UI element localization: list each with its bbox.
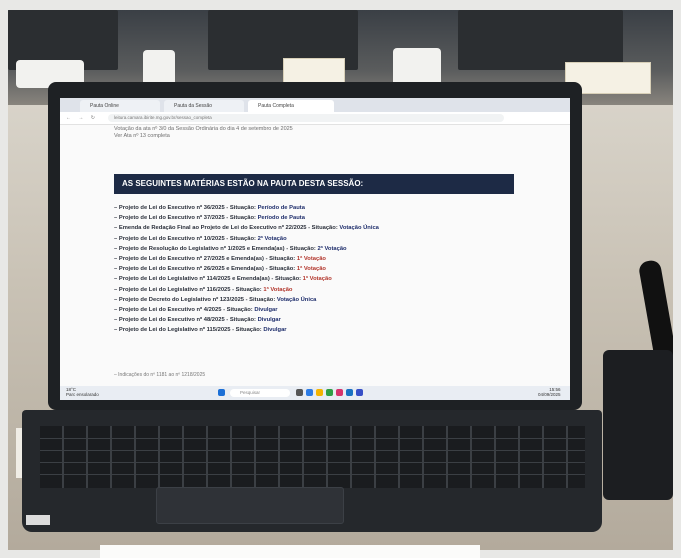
task-view-icon[interactable]	[296, 389, 303, 396]
app-icon[interactable]	[336, 389, 343, 396]
agenda-item-text: – Projeto de Decreto do Legislativo nº 1…	[114, 296, 276, 303]
footnote: – Indicações do nº 1181 ao nº 1218/2025	[114, 372, 206, 378]
key-row-gap	[40, 450, 585, 451]
key-row-gap	[40, 462, 585, 463]
agenda-item: – Projeto de Lei do Executivo nº 4/2025 …	[114, 305, 534, 315]
agenda-item: – Projeto de Lei do Executivo nº 10/2025…	[114, 234, 534, 244]
keyboard-keys	[40, 426, 585, 488]
agenda-item-text: – Projeto de Lei do Legislativo nº 114/2…	[114, 276, 302, 283]
agenda-item-text: – Projeto de Lei do Executivo nº 37/2025…	[114, 215, 256, 222]
agenda-item: – Projeto de Lei do Executivo nº 26/2025…	[114, 264, 534, 274]
agenda-item-status: Divulgar	[257, 317, 281, 324]
agenda-item-status: Divulgar	[263, 327, 287, 334]
taskbar	[60, 386, 570, 400]
agenda-item: – Emenda de Redação Final ao Projeto de …	[114, 223, 534, 233]
weather-desc: Parc ensolarado	[66, 392, 99, 397]
chrome-icon[interactable]	[326, 389, 333, 396]
agenda-item-text: – Projeto de Lei do Legislativo nº 116/2…	[114, 286, 262, 293]
store-icon[interactable]	[346, 389, 353, 396]
agenda-item-status: 2ª Votação	[257, 235, 287, 242]
agenda-item-text: – Projeto de Lei do Executivo nº 36/2025…	[114, 205, 256, 211]
agenda-item: – Projeto de Lei do Legislativo nº 116/2…	[114, 285, 534, 295]
agenda-item-status: 1ª Votação	[296, 256, 326, 263]
agenda-item-status: 1ª Votação	[296, 266, 326, 273]
agenda-item-status: Votação Única	[276, 296, 317, 303]
microphone-base	[603, 350, 673, 500]
agenda-item: – Projeto de Lei do Executivo nº 27/2025…	[114, 254, 534, 264]
intro-line: Votação da ata nº 3/0 da Sessão Ordinári…	[114, 126, 293, 132]
edge-icon[interactable]	[306, 389, 313, 396]
agenda-item-text: – Emenda de Redação Final ao Projeto de …	[114, 225, 338, 232]
agenda-item-status: 1ª Votação	[302, 276, 332, 283]
weather-widget[interactable]: 18°C Parc ensolarado	[66, 387, 99, 397]
agenda-item: – Projeto de Lei do Legislativo nº 114/2…	[114, 274, 534, 284]
folder-icon[interactable]	[316, 389, 323, 396]
agenda-item: – Projeto de Resolução do Legislativo nº…	[114, 244, 534, 254]
agenda-item-text: – Projeto de Lei do Executivo nº 4/2025 …	[114, 307, 253, 314]
address-bar: ← → ↻ leitura.camara.ibirite.mg.gov.br/s…	[60, 112, 570, 125]
browser-tab[interactable]: Pauta da Sessão	[164, 100, 244, 112]
agenda-item-text: – Projeto de Lei do Legislativo nº 115/2…	[114, 327, 262, 334]
touchpad	[156, 487, 344, 524]
background-monitor	[458, 10, 623, 70]
agenda-item-text: – Projeto de Lei do Executivo nº 26/2025…	[114, 266, 296, 273]
browser-tabbar: Pauta Online Pauta da Sessão Pauta Compl…	[60, 98, 570, 112]
url-field[interactable]: leitura.camara.ibirite.mg.gov.br/sessao_…	[108, 114, 504, 122]
agenda-item: – Projeto de Decreto do Legislativo nº 1…	[114, 295, 534, 305]
nav-arrows-icon[interactable]: ← → ↻	[66, 115, 98, 121]
sticker	[26, 515, 50, 525]
agenda-banner: AS SEGUINTES MATÉRIAS ESTÃO NA PAUTA DES…	[114, 174, 514, 194]
key-row-gap	[40, 438, 585, 439]
agenda-item-status: Divulgar	[254, 307, 278, 314]
agenda-item: – Projeto de Lei do Executivo nº 48/2025…	[114, 315, 534, 325]
key-row-gap	[40, 474, 585, 475]
agenda-item-text: – Projeto de Lei do Executivo nº 27/2025…	[114, 256, 296, 263]
clock-date: 04/09/2025	[538, 392, 561, 397]
agenda-item: – Projeto de Lei do Executivo nº 37/2025…	[114, 213, 534, 223]
agenda-item-status: Período de Pauta	[257, 215, 305, 222]
agenda-item: – Projeto de Lei do Legislativo nº 115/2…	[114, 325, 534, 335]
laptop-screen: Pauta Online Pauta da Sessão Pauta Compl…	[60, 98, 570, 400]
agenda-item-text: – Projeto de Lei do Executivo nº 48/2025…	[114, 317, 256, 324]
agenda-list: – Projeto de Lei do Executivo nº 36/2025…	[114, 203, 534, 336]
outlook-icon[interactable]	[356, 389, 363, 396]
browser-tab[interactable]: Pauta Online	[80, 100, 160, 112]
start-icon[interactable]	[218, 389, 225, 396]
agenda-item-text: – Projeto de Lei do Executivo nº 10/2025…	[114, 235, 256, 242]
agenda-item-status: Período de Pauta	[257, 205, 305, 211]
agenda-item: – Projeto de Lei do Executivo nº 36/2025…	[114, 203, 534, 213]
taskbar-search[interactable]: Pesquisar	[230, 389, 290, 397]
paper-sheet	[100, 545, 480, 558]
intro-link[interactable]: Ver Ata nº 13 completa	[114, 133, 514, 140]
browser-tab-active[interactable]: Pauta Completa	[248, 100, 334, 112]
agenda-item-status: 1ª Votação	[263, 286, 293, 293]
agenda-item-text: – Projeto de Resolução do Legislativo nº…	[114, 245, 316, 252]
agenda-item-status: 2ª Votação	[317, 245, 347, 252]
document-intro: Votação da ata nº 3/0 da Sessão Ordinári…	[114, 126, 514, 140]
clock[interactable]: 15:56 04/09/2025	[538, 387, 561, 397]
agenda-item-status: Votação Única	[339, 225, 379, 232]
